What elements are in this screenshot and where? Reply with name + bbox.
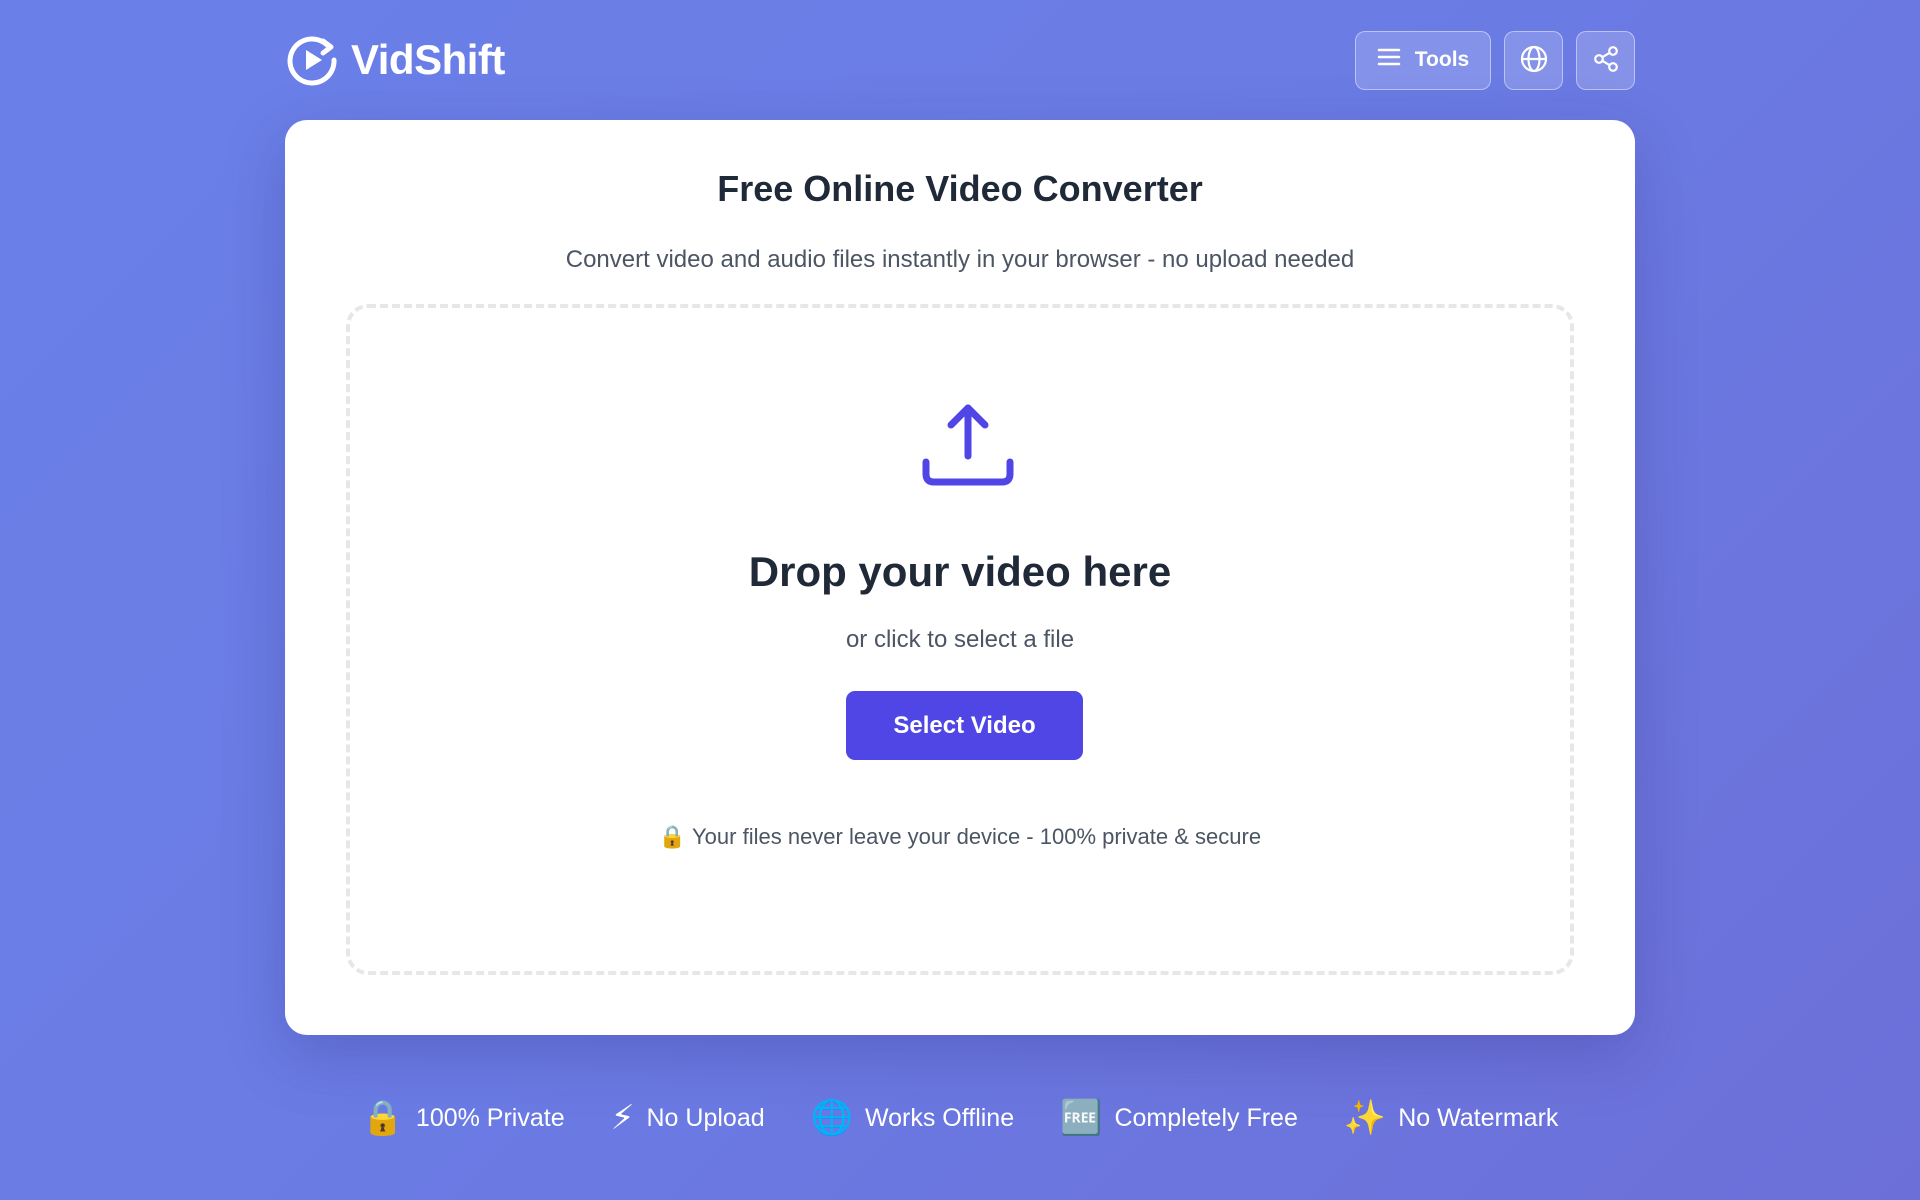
play-refresh-icon <box>285 33 339 87</box>
feature-list: 🔒 100% Private ⚡ No Upload 🌐 Works Offli… <box>0 1098 1920 1138</box>
privacy-note: 🔒 Your files never leave your device - 1… <box>658 824 1262 849</box>
dropzone-subtitle: or click to select a file <box>845 626 1075 653</box>
select-video-button[interactable]: Select Video <box>846 691 1083 760</box>
menu-icon <box>1377 46 1401 74</box>
language-button[interactable] <box>1504 30 1563 90</box>
feature-label: Works Offline <box>864 1103 1015 1132</box>
tools-button[interactable]: Tools <box>1355 30 1491 90</box>
sparkles-icon: ✨ <box>1343 1099 1387 1137</box>
feature-label: No Upload <box>646 1103 765 1132</box>
feature-label: Completely Free <box>1114 1103 1298 1132</box>
feature-private: 🔒 100% Private <box>362 1098 565 1138</box>
globe-icon <box>1519 44 1549 77</box>
feature-no-watermark: ✨ No Watermark <box>1344 1098 1559 1138</box>
brand-name: VidShift <box>351 36 505 83</box>
header-actions: Tools <box>1355 30 1635 90</box>
converter-card: Free Online Video Converter Convert vide… <box>285 120 1635 1035</box>
upload-icon <box>918 402 1018 492</box>
lightning-icon: ⚡ <box>610 1099 635 1137</box>
brand-logo[interactable]: VidShift <box>285 33 505 87</box>
tools-button-label: Tools <box>1414 48 1470 71</box>
share-icon <box>1591 44 1621 77</box>
site-header: VidShift Tools <box>285 30 1635 90</box>
lock-icon: 🔒 <box>361 1099 404 1137</box>
page-subtitle: Convert video and audio files instantly … <box>565 246 1355 273</box>
dropzone-title: Drop your video here <box>748 548 1172 595</box>
file-dropzone[interactable]: Drop your video here or click to select … <box>346 304 1574 975</box>
page-title: Free Online Video Converter <box>717 168 1203 209</box>
feature-free: 🆓 Completely Free <box>1060 1098 1298 1138</box>
globe-emoji-icon: 🌐 <box>810 1099 853 1137</box>
share-button[interactable] <box>1576 30 1635 90</box>
feature-offline: 🌐 Works Offline <box>811 1098 1014 1138</box>
free-badge-icon: 🆓 <box>1060 1099 1103 1137</box>
feature-no-upload: ⚡ No Upload <box>611 1098 765 1138</box>
feature-label: 100% Private <box>415 1103 565 1132</box>
feature-label: No Watermark <box>1398 1103 1559 1132</box>
